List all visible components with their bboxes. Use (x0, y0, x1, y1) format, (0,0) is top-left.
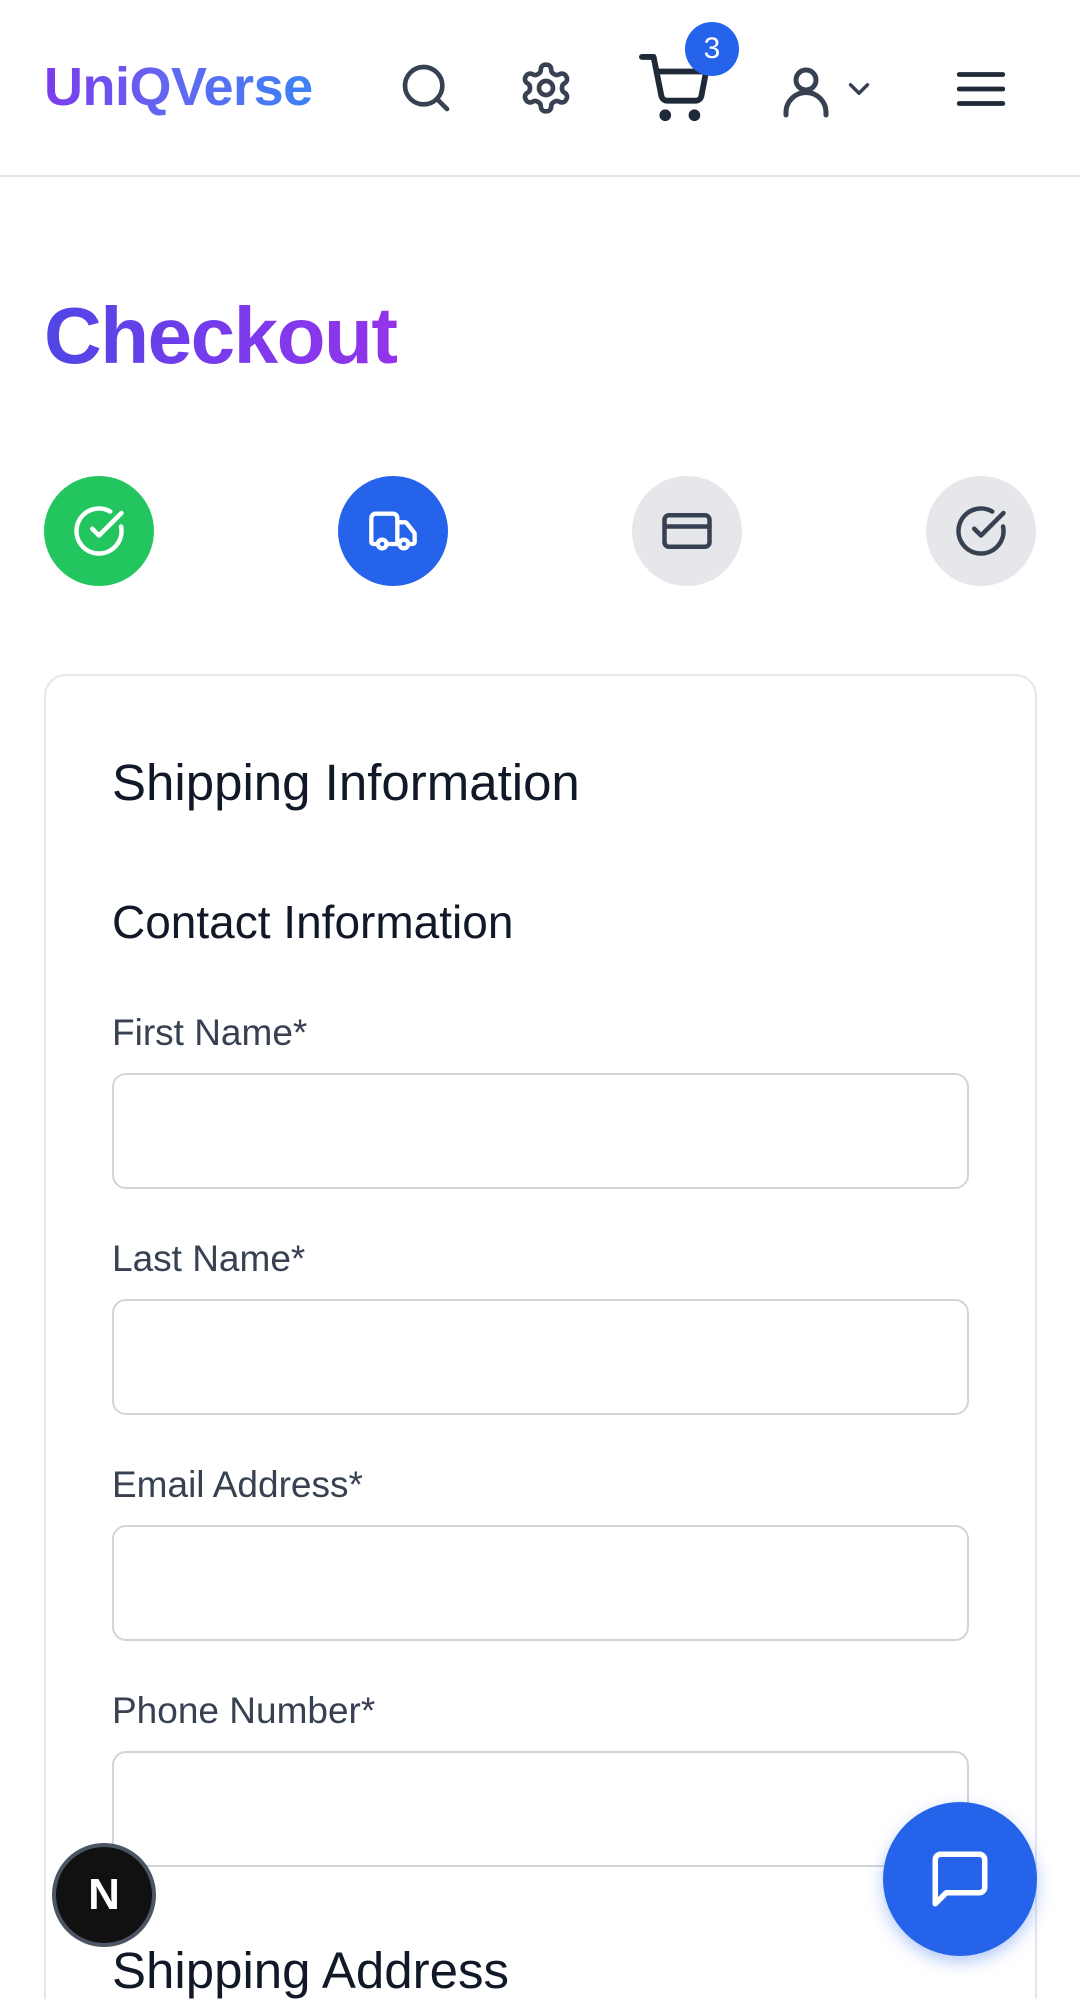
step-completed[interactable] (44, 476, 154, 586)
contact-info-title: Contact Information (112, 896, 514, 948)
truck-icon (369, 511, 417, 551)
brand-logo[interactable]: UniQVerse (44, 52, 313, 122)
chat-button[interactable] (883, 1802, 1037, 1956)
phone-field[interactable] (112, 1751, 969, 1867)
chevron-down-icon[interactable] (842, 72, 876, 106)
framework-badge[interactable]: N (52, 1843, 156, 1947)
user-icon[interactable] (776, 60, 836, 120)
step-shipping[interactable] (338, 476, 448, 586)
last-name-field[interactable] (112, 1299, 969, 1415)
step-payment[interactable] (632, 476, 742, 586)
shipping-address-title: Shipping Address (112, 1942, 509, 1999)
gear-icon[interactable] (518, 60, 574, 116)
first-name-label: First Name* (112, 1012, 308, 1053)
chat-bubble-icon (932, 1851, 988, 1907)
last-name-label: Last Name* (112, 1238, 306, 1279)
email-label: Email Address* (112, 1464, 363, 1505)
step-confirmation[interactable] (926, 476, 1036, 586)
section-title: Shipping Information (112, 754, 580, 811)
menu-icon[interactable] (952, 60, 1010, 118)
page-title: Checkout (44, 288, 398, 384)
phone-label: Phone Number* (112, 1690, 376, 1731)
credit-card-icon (662, 513, 712, 549)
check-circle-icon (956, 506, 1006, 556)
checkout-page: UniQVerse 3 Checkout Shipping Informatio… (0, 0, 1081, 1999)
check-circle-icon (74, 506, 124, 556)
first-name-field[interactable] (112, 1073, 969, 1189)
top-navigation: UniQVerse 3 (0, 0, 1081, 177)
cart-count-badge: 3 (685, 22, 739, 76)
email-field[interactable] (112, 1525, 969, 1641)
search-icon[interactable] (398, 60, 454, 116)
